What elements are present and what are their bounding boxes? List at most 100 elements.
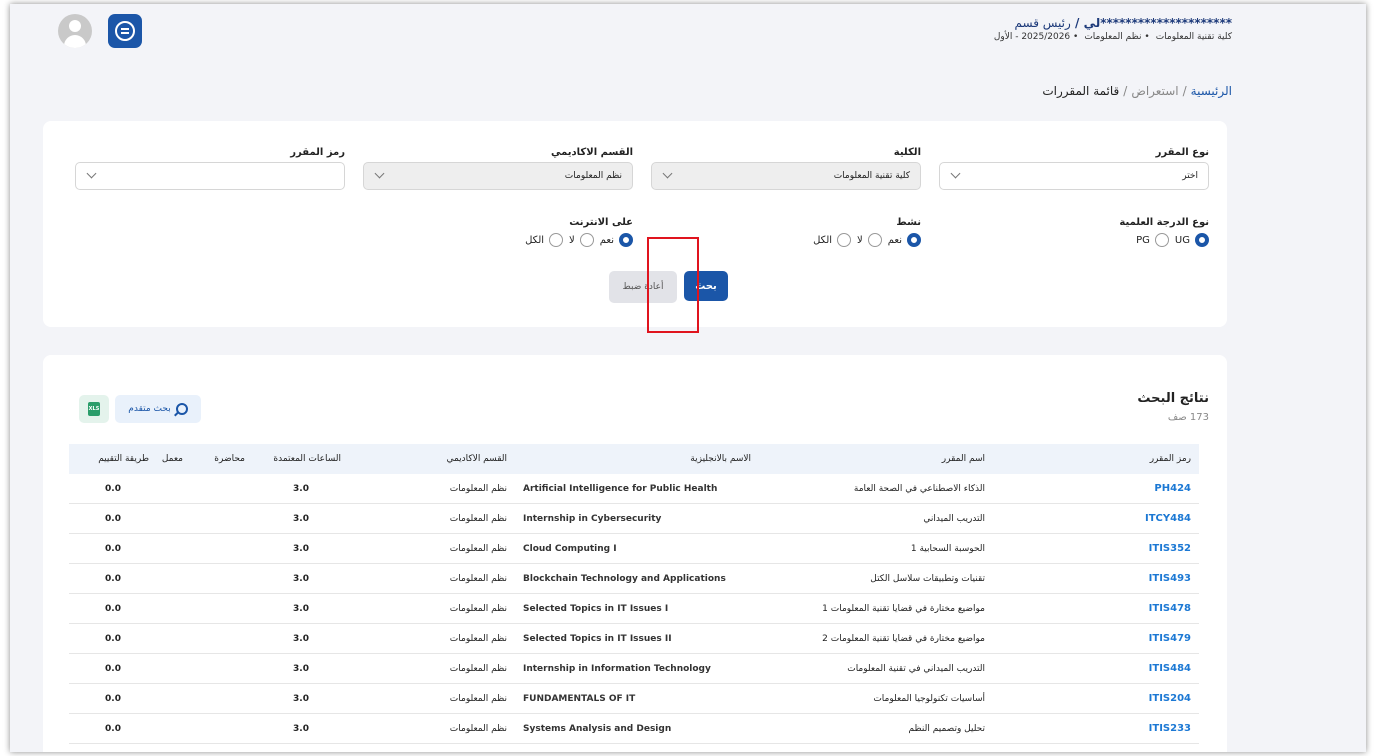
table-row[interactable]: ITCY484 التدريب الميداني Internship in Cyb… — [69, 503, 1199, 534]
cell-hours: 3.0 — [253, 743, 349, 752]
user-info: *********************لي / رئيس قسم كلية … — [988, 16, 1232, 42]
export-excel-button[interactable]: XLS — [79, 395, 109, 423]
course-type-select[interactable]: اختر — [939, 162, 1209, 190]
table-row[interactable]: ITIS334تصميم الواجهات وتجربة المستخدمInt… — [69, 743, 1199, 752]
user-name: *********************لي — [1083, 16, 1232, 30]
chevron-down-icon — [374, 168, 385, 179]
course-code-select[interactable] — [75, 162, 345, 190]
breadcrumb-home[interactable]: الرئيسية — [1191, 84, 1232, 98]
cell-code[interactable]: ITIS484 — [993, 653, 1199, 684]
cell-lecture — [191, 683, 253, 714]
cell-lab — [157, 743, 191, 752]
advanced-search-label: بحث متقدم — [128, 404, 171, 414]
course-type-label: نوع المقرر — [1155, 147, 1209, 158]
cell-code[interactable]: ITIS352 — [993, 533, 1199, 564]
breadcrumb-browse[interactable]: استعراض — [1131, 84, 1178, 98]
online-no-radio[interactable]: لا — [569, 233, 594, 247]
cell-name-ar: التدريب الميداني — [759, 503, 993, 534]
cell-code[interactable]: ITIS204 — [993, 683, 1199, 714]
cell-lab — [157, 653, 191, 684]
column-header[interactable]: رمز المقرر — [993, 444, 1199, 474]
breadcrumb: الرئيسية/استعراض/قائمة المقررات — [1042, 84, 1232, 98]
table-row[interactable]: ITIS478 مواضيع مختارة في قضايا تقنية المع… — [69, 593, 1199, 624]
cell-lab — [157, 533, 191, 564]
cell-lecture — [191, 623, 253, 654]
cell-name-en: FUNDAMENTALS OF IT — [515, 683, 759, 714]
cell-dept: نظم المعلومات — [349, 623, 515, 654]
table-row[interactable]: ITIS233 تحليل وتصميم النظم Systems Analysi… — [69, 713, 1199, 744]
chevron-down-icon — [950, 168, 961, 179]
breadcrumb-current: قائمة المقررات — [1042, 84, 1120, 98]
cell-code[interactable]: ITIS478 — [993, 593, 1199, 624]
cell-name-ar: الذكاء الاصطناعي في الصحة العامة — [759, 474, 993, 504]
column-header[interactable]: معمل — [157, 444, 191, 474]
filter-card: نوع المقرر اختر الكلية كلية تقنية المعلو… — [43, 121, 1227, 327]
chat-button[interactable] — [108, 14, 142, 48]
term-name: 2025/2026 - الأول — [993, 32, 1071, 42]
cell-name-en: Internship in Information Technology — [515, 653, 759, 684]
cell-code[interactable]: ITIS479 — [993, 623, 1199, 654]
college-name: كلية تقنية المعلومات — [1155, 32, 1232, 42]
active-no-radio[interactable]: لا — [857, 233, 882, 247]
cell-lecture — [191, 563, 253, 594]
table-row[interactable]: ITIS352 الحوسبة السحابية 1 Cloud Computing… — [69, 533, 1199, 564]
college-select[interactable]: كلية تقنية المعلومات — [651, 162, 921, 190]
cell-lecture — [191, 653, 253, 684]
cell-name-en: Systems Analysis and Design — [515, 713, 759, 744]
cell-name-ar: الحوسبة السحابية 1 — [759, 533, 993, 564]
avatar[interactable] — [58, 14, 92, 48]
cell-dept: نظم المعلومات — [349, 533, 515, 564]
column-header[interactable]: محاضرة — [191, 444, 253, 474]
degree-type-radios: UG PG — [1130, 233, 1209, 247]
cell-hours: 3.0 — [253, 713, 349, 744]
online-radios: نعم لا الكل — [519, 233, 633, 247]
cell-hours: 3.0 — [253, 653, 349, 684]
table-row[interactable]: PH424 الذكاء الاصطناعي في الصحة العامة Art… — [69, 474, 1199, 504]
cell-hours: 3.0 — [253, 503, 349, 534]
college-label: الكلية — [893, 147, 921, 158]
cell-dept: نظم المعلومات — [349, 593, 515, 624]
column-header[interactable]: الساعات المعتمدة — [253, 444, 349, 474]
column-header[interactable]: اسم المقرر — [759, 444, 993, 474]
cell-dept: نظم المعلومات — [349, 683, 515, 714]
results-title: نتائج البحث — [1137, 391, 1209, 406]
cell-code[interactable]: ITCY484 — [993, 503, 1199, 534]
column-header[interactable]: القسم الاكاديمي — [349, 444, 515, 474]
academic-dept-select[interactable]: نظم المعلومات — [363, 162, 633, 190]
cell-code[interactable]: ITIS493 — [993, 563, 1199, 594]
active-yes-radio[interactable]: نعم — [888, 233, 921, 247]
highlight-box — [647, 237, 699, 333]
cell-code[interactable]: ITIS233 — [993, 713, 1199, 744]
column-header[interactable]: طريقة التقييم — [69, 444, 157, 474]
online-all-radio[interactable]: الكل — [525, 233, 564, 247]
column-header[interactable]: الاسم بالانجليزية — [515, 444, 759, 474]
table-row[interactable]: ITIS204 أساسيات تكنولوجيا المعلومات FUNDAM… — [69, 683, 1199, 714]
cell-name-ar: مواضيع مختارة في قضايا تقنية المعلومات 1 — [759, 593, 993, 624]
degree-ug-radio[interactable]: UG — [1175, 233, 1209, 247]
cell-lecture — [191, 593, 253, 624]
academic-dept-label: القسم الاكاديمي — [550, 147, 633, 158]
cell-lab — [157, 474, 191, 504]
cell-dept: نظم المعلومات — [349, 653, 515, 684]
degree-pg-radio[interactable]: PG — [1136, 233, 1169, 247]
cell-hours: 3.0 — [253, 474, 349, 504]
table-row[interactable]: ITIS479 مواضيع مختارة في قضايا تقنية المع… — [69, 623, 1199, 654]
cell-hours: 3.0 — [253, 533, 349, 564]
cell-lab — [157, 503, 191, 534]
results-count: 173 صف — [1167, 412, 1209, 423]
table-header-row: رمز المقرر اسم المقرر الاسم بالانجليزية الق… — [69, 444, 1199, 474]
college-value: كلية تقنية المعلومات — [833, 171, 910, 181]
active-all-radio[interactable]: الكل — [813, 233, 852, 247]
table-row[interactable]: ITIS493 تقنيات وتطبيقات سلاسل الكتل Blockc… — [69, 563, 1199, 594]
cell-code[interactable]: ITIS334 — [993, 743, 1199, 752]
active-label: نشط — [896, 217, 921, 228]
online-yes-radio[interactable]: نعم — [600, 233, 633, 247]
cell-lecture — [191, 533, 253, 564]
cell-code[interactable]: PH424 — [993, 474, 1199, 504]
academic-dept-value: نظم المعلومات — [564, 171, 622, 181]
online-label: على الانترنت — [569, 217, 633, 228]
advanced-search-button[interactable]: بحث متقدم — [115, 395, 201, 423]
table-row[interactable]: ITIS484 التدريب الميداني في تقنية المعلوم… — [69, 653, 1199, 684]
user-name-line: *********************لي / رئيس قسم — [1014, 16, 1232, 30]
degree-type-label: نوع الدرجة العلمية — [1119, 217, 1209, 228]
